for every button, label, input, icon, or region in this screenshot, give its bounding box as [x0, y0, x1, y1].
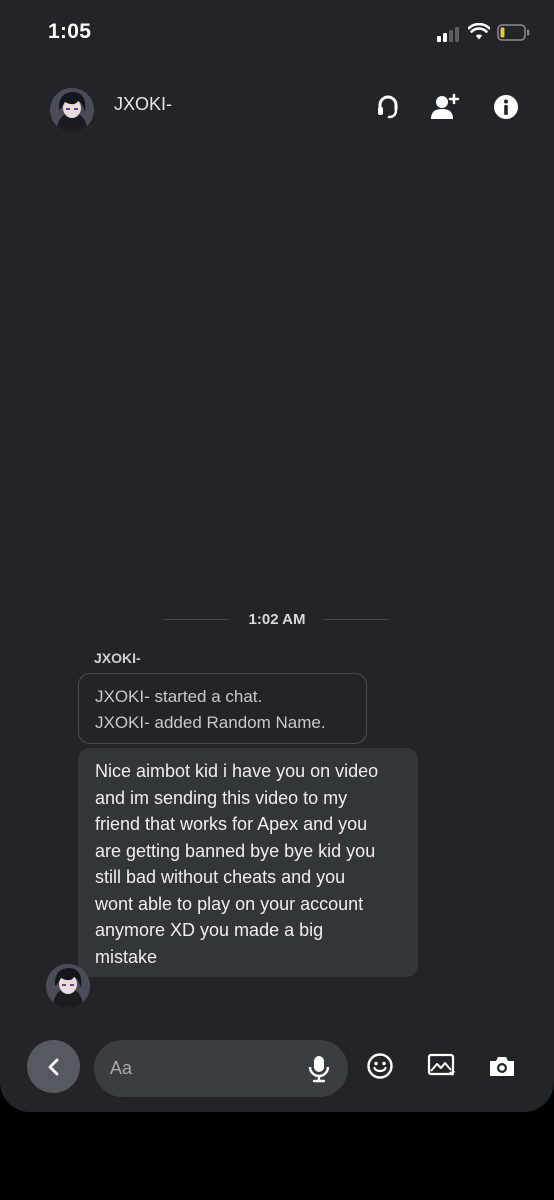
- image-icon[interactable]: [426, 1050, 458, 1082]
- add-friend-icon[interactable]: [428, 90, 462, 124]
- sender-avatar[interactable]: [46, 964, 90, 1008]
- system-line: JXOKI- added Random Name.: [95, 713, 326, 732]
- message-input[interactable]: [110, 1040, 300, 1097]
- system-line: JXOKI- started a chat.: [95, 687, 263, 706]
- camera-icon[interactable]: [486, 1050, 518, 1082]
- mic-icon[interactable]: [306, 1054, 332, 1084]
- message-line: mistake: [95, 946, 158, 967]
- chat-header: JXOKI-: [0, 80, 554, 138]
- message-line: are getting banned bye bye kid you: [95, 840, 376, 861]
- message-timestamp: 1:02 AM: [248, 611, 306, 628]
- chat-screen: 1:05 JXOKI- 1:02 AM JXOKI- JXOKI- starte…: [0, 0, 554, 1112]
- contact-avatar[interactable]: [50, 88, 94, 132]
- message-line: friend that works for Apex and you: [95, 814, 368, 834]
- timestamp-divider: 1:02 AM: [0, 608, 554, 632]
- emoji-icon[interactable]: [364, 1050, 396, 1082]
- message-line: wont able to play on your account: [95, 893, 364, 914]
- message-line: and im sending this video to my: [95, 787, 348, 808]
- message-composer: [0, 1036, 554, 1102]
- message-line: still bad without cheats and you: [95, 867, 346, 887]
- message-line: Nice aimbot kid i have you on video: [95, 761, 379, 781]
- message-line: anymore XD you made a big: [95, 920, 324, 940]
- message-bubble[interactable]: Nice aimbot kid i have you on video and …: [78, 748, 418, 977]
- back-button[interactable]: [27, 1040, 80, 1093]
- status-bar: 1:05: [0, 0, 554, 64]
- contact-name[interactable]: JXOKI-: [114, 94, 172, 115]
- cellular-signal-icon: [437, 26, 463, 42]
- battery-icon: [497, 24, 530, 41]
- back-icon: [48, 1058, 58, 1075]
- system-notice: JXOKI- started a chat. JXOKI- added Rand…: [78, 673, 367, 744]
- sender-name: JXOKI-: [94, 650, 141, 666]
- info-icon[interactable]: [489, 90, 523, 124]
- message-input-container: [94, 1040, 348, 1097]
- wifi-icon: [468, 23, 490, 40]
- headset-icon[interactable]: [371, 90, 405, 124]
- status-time: 1:05: [48, 20, 92, 43]
